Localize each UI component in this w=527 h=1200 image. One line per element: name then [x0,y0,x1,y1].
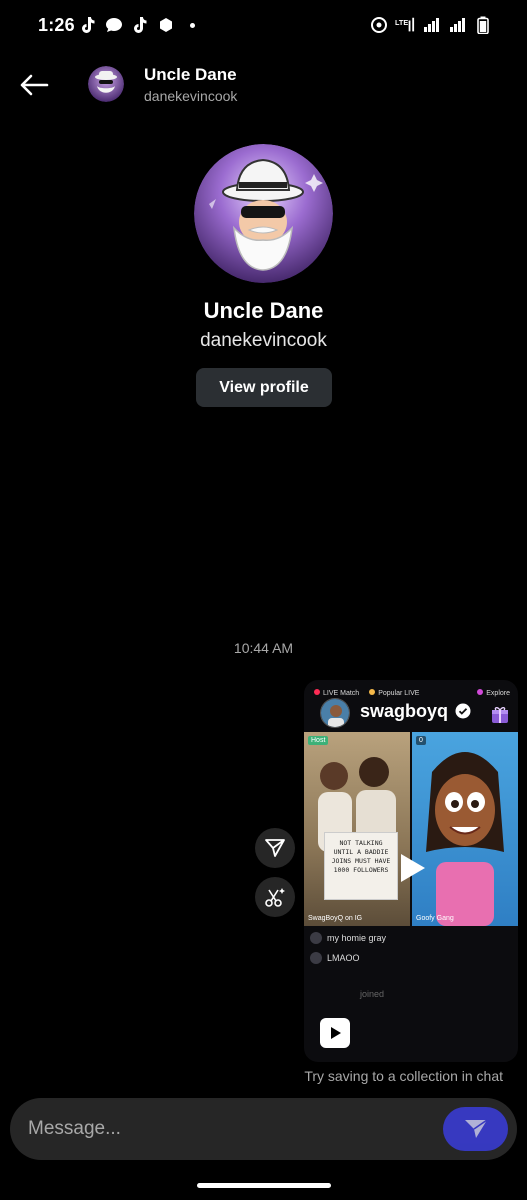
protest-sign: NOT TALKING UNTIL A BADDIE JOINS MUST HA… [324,832,398,900]
arrow-left-icon [20,74,49,96]
tiktok-icon [78,14,98,36]
profile-handle: danekevincook [200,330,327,351]
svg-text:LTE: LTE [395,18,408,27]
send-button[interactable] [443,1107,508,1151]
left-pane: Host NOT TALKING UNTIL A BADDIE JOINS MU… [304,732,410,926]
lte-icon: LTE [395,14,415,36]
left-pane-caption: SwagBoyQ on IG [308,915,363,922]
message-composer [10,1098,517,1160]
cartoon-character-icon [426,752,504,926]
right-pane: 0 Goofy Gang [412,732,518,926]
right-pane-caption: Goofy Gang [416,915,454,922]
status-time: 1:26 [38,15,75,35]
chat-row: my homie gray [310,930,510,946]
notification-dot-icon [182,14,202,36]
shared-video-card[interactable]: LIVE Match Popular LIVE Explore swagboyq… [304,680,518,1062]
paper-plane-icon [265,839,285,857]
topbar-live-match: LIVE Match [314,689,359,697]
status-icons-right: LTE [369,14,493,36]
video-topbar: LIVE Match Popular LIVE Explore [314,686,510,700]
home-indicator[interactable] [197,1183,331,1188]
hotspot-icon [369,14,389,36]
paper-plane-icon [464,1119,487,1138]
collection-hint: Try saving to a collection in chat [304,1068,503,1084]
chat-row: joined [360,989,385,999]
header-handle: danekevincook [144,88,238,104]
message-input[interactable] [28,1098,428,1160]
hexagon-app-icon [156,14,176,36]
share-button[interactable] [255,828,295,868]
topbar-popular-live: Popular LIVE [369,689,419,697]
battery-icon [473,14,493,36]
back-button[interactable] [14,68,54,102]
signal-icon [421,14,441,36]
signal-icon [447,14,467,36]
header-avatar[interactable] [88,66,124,102]
tiktok-icon [130,14,150,36]
status-icons-left [78,14,202,36]
topbar-explore: Explore [477,689,510,697]
save-clip-button[interactable] [255,877,295,917]
video-username: swagboyq [360,701,449,721]
live-chat: my homie gray LMAOO joined [310,930,510,1006]
chat-header: Uncle Dane danekevincook [0,52,527,118]
status-bar: 1:26 LTE [0,0,527,52]
scissors-sparkle-icon [265,888,285,907]
view-profile-button[interactable]: View profile [196,368,332,407]
header-name[interactable]: Uncle Dane [144,65,237,85]
message-timestamp: 10:44 AM [233,640,294,656]
chat-bubble-icon [104,14,124,36]
video-user-avatar [320,698,350,728]
profile-avatar[interactable] [194,144,333,283]
verified-badge-icon [455,703,471,719]
play-icon [331,1027,341,1039]
gift-box-icon [492,707,508,723]
live-match-split: Host NOT TALKING UNTIL A BADDIE JOINS MU… [304,732,518,926]
video-play-button[interactable] [320,1018,350,1048]
profile-name: Uncle Dane [203,298,324,323]
play-icon [401,854,425,882]
chat-row: LMAOO [310,950,510,966]
